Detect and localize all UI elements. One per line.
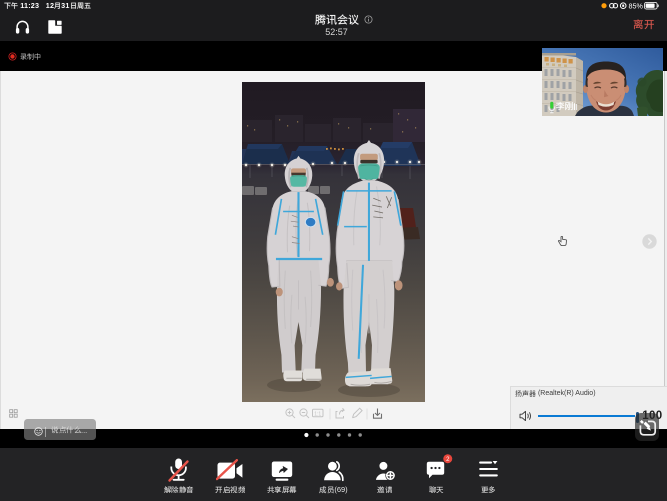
svg-text:1:1: 1:1 xyxy=(314,411,321,417)
svg-text:85%: 85% xyxy=(629,1,644,10)
